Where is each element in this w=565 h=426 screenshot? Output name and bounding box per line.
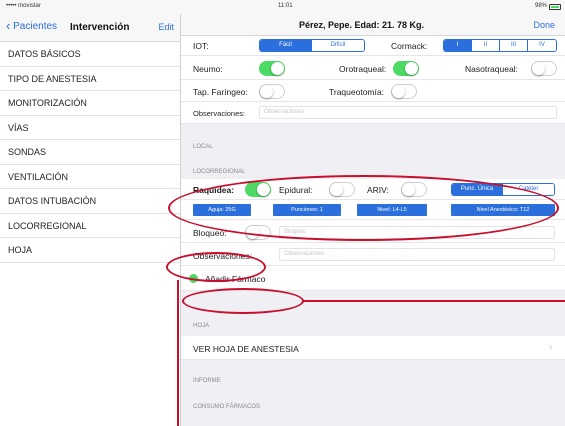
section-locorregional-header: LOCORREGIONAL bbox=[193, 169, 246, 175]
aguja-chip[interactable]: Aguja: 25G bbox=[193, 204, 251, 216]
observaciones-input[interactable]: Observaciones bbox=[279, 248, 555, 261]
chevron-left-icon: ‹ bbox=[6, 18, 11, 33]
sidebar-item-ventilacion[interactable]: VENTILACIÓN bbox=[0, 165, 180, 189]
cormack-option-4[interactable]: IV bbox=[528, 40, 556, 51]
battery-percent: 98% bbox=[534, 3, 547, 9]
iot-option-facil[interactable]: Fácil bbox=[260, 40, 313, 51]
nasotraqueal-label: Nasotraqueal: bbox=[465, 64, 518, 74]
tap-faringeo-toggle[interactable] bbox=[259, 84, 285, 99]
bloqueo-label: Bloqueo: bbox=[193, 228, 227, 238]
sidebar-item-sondas[interactable]: SONDAS bbox=[0, 140, 180, 165]
puncion-option-unica[interactable]: Punc. Única bbox=[452, 184, 504, 195]
punciones-chip[interactable]: Punciones: 1 bbox=[273, 204, 341, 216]
anestesia-params-row: Aguja: 25G Punciones: 1 Nivel: L4-L5 Niv… bbox=[181, 200, 565, 220]
section-local-header: LOCAL bbox=[193, 144, 213, 150]
orotraqueal-toggle[interactable] bbox=[393, 61, 419, 76]
observaciones-top-input[interactable]: Observaciones bbox=[259, 106, 557, 119]
section-informe-header: INFORME bbox=[193, 378, 221, 384]
observaciones-top-row: Observaciones: Observaciones bbox=[181, 102, 565, 124]
detail-pane: Pérez, Pepe. Edad: 21. 78 Kg. Done IOT: … bbox=[181, 14, 565, 426]
puncion-segmented[interactable]: Punc. Única Catéter bbox=[451, 183, 555, 196]
observaciones-label: Observaciones: bbox=[193, 251, 253, 261]
sidebar-item-locorregional[interactable]: LOCORREGIONAL bbox=[0, 214, 180, 238]
nivel-chip[interactable]: Nivel: L4-L5 bbox=[357, 204, 427, 216]
arv-toggle[interactable] bbox=[401, 182, 427, 197]
iot-option-dificil[interactable]: Difícil bbox=[312, 40, 364, 51]
raquidea-label: Raquídea: bbox=[193, 185, 235, 195]
add-drug-row[interactable]: Añadir Fármaco bbox=[181, 266, 565, 291]
sidebar-title: Intervención bbox=[70, 22, 130, 33]
iot-label: IOT: bbox=[193, 41, 209, 51]
neumo-row: Neumo: Orotraqueal: Nasotraqueal: bbox=[181, 56, 565, 80]
raquidea-row: Raquídea: Epidural: ARIV: Punc. Única Ca… bbox=[181, 179, 565, 200]
add-circle-icon bbox=[189, 274, 198, 283]
detail-nav-bar: Pérez, Pepe. Edad: 21. 78 Kg. Done bbox=[181, 14, 565, 36]
orotraqueal-label: Orotraqueal: bbox=[339, 64, 387, 74]
epidural-label: Epidural: bbox=[279, 185, 313, 195]
patient-title: Pérez, Pepe. Edad: 21. 78 Kg. bbox=[299, 20, 425, 30]
section-consumo-header: CONSUMO FÁRMACOS bbox=[193, 404, 261, 410]
raquidea-toggle[interactable] bbox=[245, 182, 271, 197]
status-bar: ••••• movistar 11:01 98% bbox=[0, 0, 565, 14]
sidebar-item-datos-intubacion[interactable]: DATOS INTUBACIÓN bbox=[0, 189, 180, 214]
sidebar-item-vias[interactable]: VÍAS bbox=[0, 116, 180, 140]
tap-faringeo-row: Tap. Faríngeo: Traqueotomía: bbox=[181, 80, 565, 102]
cormack-option-3[interactable]: III bbox=[500, 40, 528, 51]
nasotraqueal-toggle[interactable] bbox=[531, 61, 557, 76]
puncion-option-cateter[interactable]: Catéter bbox=[503, 184, 554, 195]
section-local: LOCAL LOCORREGIONAL bbox=[181, 124, 565, 179]
carrier-label: ••••• movistar bbox=[6, 3, 41, 9]
epidural-toggle[interactable] bbox=[329, 182, 355, 197]
add-drug-label: Añadir Fármaco bbox=[205, 274, 266, 284]
neumo-toggle[interactable] bbox=[259, 61, 285, 76]
edit-button[interactable]: Edit bbox=[158, 22, 174, 32]
section-informe: INFORME CONSUMO FÁRMACOS bbox=[181, 360, 565, 426]
sidebar: ‹ Pacientes Intervención Edit DATOS BÁSI… bbox=[0, 14, 181, 426]
sidebar-item-datos-basicos[interactable]: DATOS BÁSICOS bbox=[0, 42, 180, 67]
back-label: Pacientes bbox=[13, 21, 58, 32]
ver-hoja-label: VER HOJA DE ANESTESIA bbox=[193, 344, 299, 354]
section-hoja: HOJA bbox=[181, 291, 565, 336]
nivel-anestesico-chip[interactable]: Nivel Anestésico: T12 bbox=[451, 204, 555, 216]
observaciones-top-label: Observaciones: bbox=[193, 109, 246, 118]
battery-icon bbox=[549, 4, 561, 10]
bloqueo-row: Bloqueo: Bloqueo bbox=[181, 220, 565, 243]
sidebar-item-tipo-anestesia[interactable]: TIPO DE ANESTESIA bbox=[0, 67, 180, 91]
bloqueo-toggle[interactable] bbox=[245, 225, 271, 240]
chevron-right-icon: › bbox=[549, 342, 553, 353]
iot-segmented[interactable]: Fácil Difícil bbox=[259, 39, 365, 52]
traqueotomia-label: Traqueotomía: bbox=[329, 87, 384, 97]
cormack-segmented[interactable]: I II III IV bbox=[443, 39, 557, 52]
sidebar-item-monitorizacion[interactable]: MONITORIZACIÓN bbox=[0, 91, 180, 116]
back-button[interactable]: ‹ Pacientes bbox=[6, 18, 58, 33]
cormack-option-1[interactable]: I bbox=[444, 40, 472, 51]
ver-hoja-row[interactable]: VER HOJA DE ANESTESIA › bbox=[181, 336, 565, 360]
iot-row: IOT: Fácil Difícil Cormack: I II III IV bbox=[181, 36, 565, 56]
bloqueo-input[interactable]: Bloqueo bbox=[279, 226, 555, 239]
done-button[interactable]: Done bbox=[533, 20, 555, 30]
tap-faringeo-label: Tap. Faríngeo: bbox=[193, 87, 248, 97]
section-hoja-header: HOJA bbox=[193, 323, 210, 329]
clock: 11:01 bbox=[278, 3, 293, 9]
observaciones-row: Observaciones: Observaciones bbox=[181, 243, 565, 266]
traqueotomia-toggle[interactable] bbox=[391, 84, 417, 99]
neumo-label: Neumo: bbox=[193, 64, 223, 74]
sidebar-item-hoja[interactable]: HOJA bbox=[0, 238, 180, 263]
cormack-label: Cormack: bbox=[391, 41, 428, 51]
sidebar-nav-bar: ‹ Pacientes Intervención Edit bbox=[0, 14, 180, 42]
cormack-option-2[interactable]: II bbox=[472, 40, 500, 51]
arv-label: ARIV: bbox=[367, 185, 389, 195]
